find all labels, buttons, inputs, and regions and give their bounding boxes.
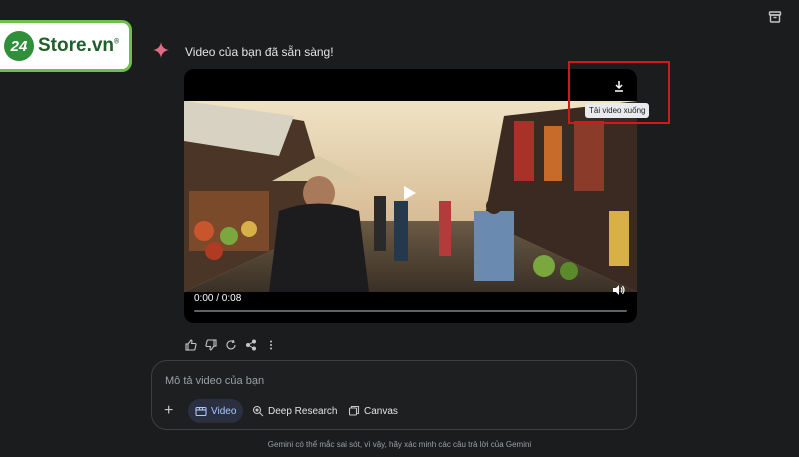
video-progress[interactable] (194, 310, 627, 312)
prompt-input[interactable] (165, 372, 625, 390)
gemini-spark-icon (153, 42, 169, 58)
logo-text: Store.vn® (38, 35, 119, 57)
tool-deep-research-button[interactable]: Deep Research (245, 399, 344, 423)
logo-reg: ® (114, 38, 120, 46)
video-icon (195, 406, 207, 417)
play-icon[interactable] (403, 185, 417, 201)
deep-research-icon (252, 405, 264, 417)
tool-deep-research-label: Deep Research (268, 405, 338, 417)
logo-name: Store.vn (38, 35, 115, 56)
response-title: Video của bạn đã sẵn sàng! (185, 45, 334, 59)
volume-icon[interactable] (612, 283, 626, 297)
archive-icon[interactable] (768, 10, 782, 24)
thumb-up-icon[interactable] (185, 339, 197, 351)
tool-canvas-label: Canvas (364, 405, 398, 417)
logo-badge: 24 (4, 31, 34, 61)
disclaimer: Gemini có thể mắc sai sót, vì vậy, hãy x… (267, 440, 532, 449)
response-actions (185, 339, 277, 351)
tool-video-label: Video (211, 405, 237, 417)
share-icon[interactable] (245, 339, 257, 351)
brand-logo: 24 Store.vn® (0, 20, 132, 72)
regenerate-icon[interactable] (225, 339, 237, 351)
more-vert-icon[interactable] (265, 339, 277, 351)
tool-video-button[interactable]: Video (188, 399, 244, 423)
tool-canvas-button[interactable]: Canvas (341, 399, 405, 423)
highlight-box (568, 61, 670, 124)
video-time: 0:00 / 0:08 (194, 293, 242, 304)
add-icon[interactable]: + (164, 403, 173, 419)
canvas-icon (348, 405, 360, 416)
prompt-composer: + Video Deep Research Canvas (151, 360, 637, 430)
thumb-down-icon[interactable] (205, 339, 217, 351)
